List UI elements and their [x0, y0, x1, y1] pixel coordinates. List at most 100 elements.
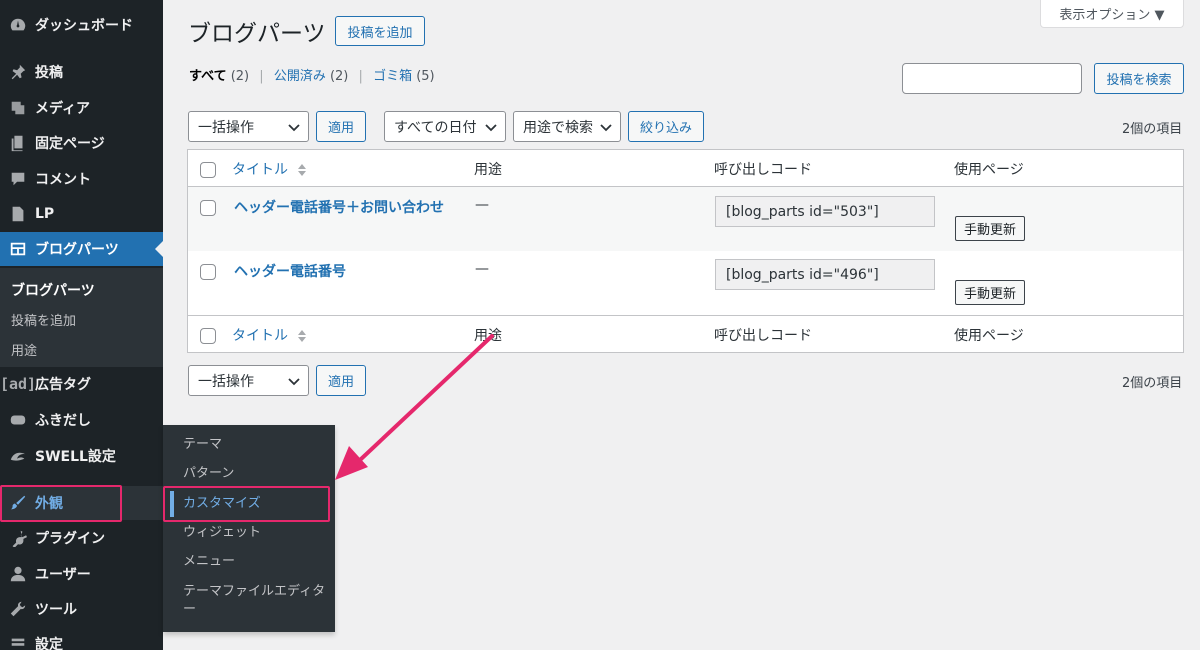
apply-button[interactable]: 適用: [316, 111, 366, 142]
search-input[interactable]: [902, 63, 1082, 94]
sidebar-item-label: 投稿: [35, 65, 63, 81]
date-filter-value: すべての日付: [394, 119, 477, 136]
flyout-item-themes[interactable]: テーマ: [183, 436, 328, 454]
flyout-item-widgets[interactable]: ウィジェット: [183, 524, 328, 542]
active-indicator: [170, 491, 174, 517]
add-new-button[interactable]: 投稿を追加: [335, 16, 425, 46]
sidebar-item-swell-settings[interactable]: SWELL設定: [0, 439, 163, 473]
column-usage-header: 用途: [474, 162, 502, 178]
column-pages-header: 使用ページ: [954, 162, 1024, 178]
media-icon: [8, 98, 28, 118]
submenu-blog-parts[interactable]: ブログパーツ: [11, 280, 95, 300]
sidebar-item-media[interactable]: メディア: [0, 91, 163, 125]
column-title-header[interactable]: タイトル: [232, 159, 307, 179]
filter-trash-count: (5): [416, 69, 435, 84]
settings-icon: [8, 634, 28, 650]
column-usage-header: 用途: [474, 328, 502, 344]
chevron-down-icon: [288, 124, 300, 132]
sidebar-item-users[interactable]: ユーザー: [0, 557, 163, 591]
submenu-usage[interactable]: 用途: [11, 340, 37, 359]
row-checkbox[interactable]: [200, 264, 216, 280]
sidebar-item-lp[interactable]: LP: [0, 197, 163, 231]
appearance-flyout-menu: テーマ パターン カスタマイズ ウィジェット メニュー テーマファイルエディター: [163, 425, 335, 632]
manual-update-button[interactable]: 手動更新: [955, 280, 1025, 305]
sidebar-item-ad-tags[interactable]: [ad] 広告タグ: [0, 367, 163, 401]
filter-trash[interactable]: ゴミ箱: [373, 69, 412, 84]
plugin-icon: [8, 528, 28, 548]
sidebar-item-settings[interactable]: 設定: [0, 627, 163, 650]
sidebar-item-label: プラグイン: [35, 531, 105, 547]
sidebar-item-label: メディア: [35, 101, 91, 117]
bulk-action-select-bottom[interactable]: 一括操作: [188, 365, 309, 396]
sidebar-item-posts[interactable]: 投稿: [0, 55, 163, 89]
sidebar-item-dashboard[interactable]: ダッシュボード: [0, 8, 163, 42]
table-row: ヘッダー電話番号＋お問い合わせ — [blog_parts id="503"] …: [188, 187, 1183, 251]
post-title-link[interactable]: ヘッダー電話番号＋お問い合わせ: [234, 197, 444, 217]
ad-icon: [ad]: [0, 375, 37, 393]
sidebar-item-label: ふきだし: [35, 413, 91, 429]
admin-sidebar: ダッシュボード 投稿 メディア 固定ページ コメント LP ブログパーツ ブログ…: [0, 0, 163, 650]
page-icon: [8, 133, 28, 153]
usage-filter-value: 用途で検索: [523, 119, 593, 136]
filter-published-count: (2): [329, 69, 349, 84]
sidebar-item-appearance[interactable]: 外観: [0, 486, 163, 520]
select-all-checkbox[interactable]: [200, 328, 216, 344]
filter-all-count: (2): [230, 69, 250, 84]
screen-options-button[interactable]: 表示オプション ▼: [1040, 0, 1184, 28]
sidebar-item-blog-parts[interactable]: ブログパーツ: [0, 232, 163, 266]
filter-published[interactable]: 公開済み: [274, 69, 326, 84]
sidebar-item-plugins[interactable]: プラグイン: [0, 521, 163, 555]
sidebar-item-label: 外観: [35, 496, 63, 512]
chevron-down-icon: [600, 124, 612, 132]
item-count: 2個の項目: [1122, 122, 1183, 137]
bulk-action-value: 一括操作: [198, 373, 254, 390]
usage-filter-select[interactable]: 用途で検索: [513, 111, 621, 142]
chevron-down-icon: [485, 124, 497, 132]
sidebar-item-pages[interactable]: 固定ページ: [0, 126, 163, 160]
sidebar-item-label: 固定ページ: [35, 136, 105, 152]
item-count-bottom: 2個の項目: [1122, 376, 1183, 391]
screen-options-label: 表示オプション ▼: [1059, 8, 1165, 23]
shortcode-field[interactable]: [blog_parts id="496"]: [715, 259, 935, 290]
filter-all[interactable]: すべて: [189, 69, 227, 84]
manual-update-button[interactable]: 手動更新: [955, 216, 1025, 241]
separator: |: [358, 69, 363, 84]
swell-icon: [8, 446, 28, 466]
shortcode-field[interactable]: [blog_parts id="503"]: [715, 196, 935, 227]
sidebar-item-label: ツール: [35, 602, 77, 618]
date-filter-select[interactable]: すべての日付: [384, 111, 506, 142]
select-all-checkbox[interactable]: [200, 162, 216, 178]
post-title-link[interactable]: ヘッダー電話番号: [234, 261, 346, 281]
row-checkbox[interactable]: [200, 200, 216, 216]
brush-icon: [8, 493, 28, 513]
search-posts-button[interactable]: 投稿を検索: [1094, 63, 1184, 94]
document-icon: [8, 204, 28, 224]
user-icon: [8, 564, 28, 584]
flyout-item-menus[interactable]: メニュー: [183, 553, 328, 571]
sidebar-item-balloon[interactable]: ふきだし: [0, 403, 163, 437]
table-footer: タイトル 用途 呼び出しコード 使用ページ: [188, 315, 1183, 352]
bulk-action-value: 一括操作: [198, 119, 254, 136]
chevron-down-icon: [288, 378, 300, 386]
submenu-add-new[interactable]: 投稿を追加: [11, 310, 76, 329]
apply-button-bottom[interactable]: 適用: [316, 365, 366, 396]
column-title-header[interactable]: タイトル: [232, 325, 307, 345]
column-code-header: 呼び出しコード: [714, 162, 812, 178]
flyout-item-theme-file-editor[interactable]: テーマファイルエディター: [183, 583, 328, 619]
column-pages-header: 使用ページ: [954, 328, 1024, 344]
bulk-action-select[interactable]: 一括操作: [188, 111, 309, 142]
status-filters: すべて (2) | 公開済み (2) | ゴミ箱 (5): [189, 65, 435, 84]
sidebar-item-tools[interactable]: ツール: [0, 592, 163, 626]
sidebar-item-label: 設定: [35, 637, 63, 650]
sidebar-item-comments[interactable]: コメント: [0, 162, 163, 196]
filter-button[interactable]: 絞り込み: [628, 111, 704, 142]
blog-parts-icon: [8, 239, 28, 259]
separator: |: [259, 69, 264, 84]
usage-value: —: [475, 261, 489, 277]
sidebar-item-label: コメント: [35, 172, 91, 188]
pin-icon: [8, 62, 28, 82]
flyout-item-customize[interactable]: カスタマイズ: [183, 495, 328, 513]
dashboard-icon: [8, 15, 28, 35]
sort-icon: [298, 330, 307, 342]
flyout-item-patterns[interactable]: パターン: [183, 465, 328, 483]
